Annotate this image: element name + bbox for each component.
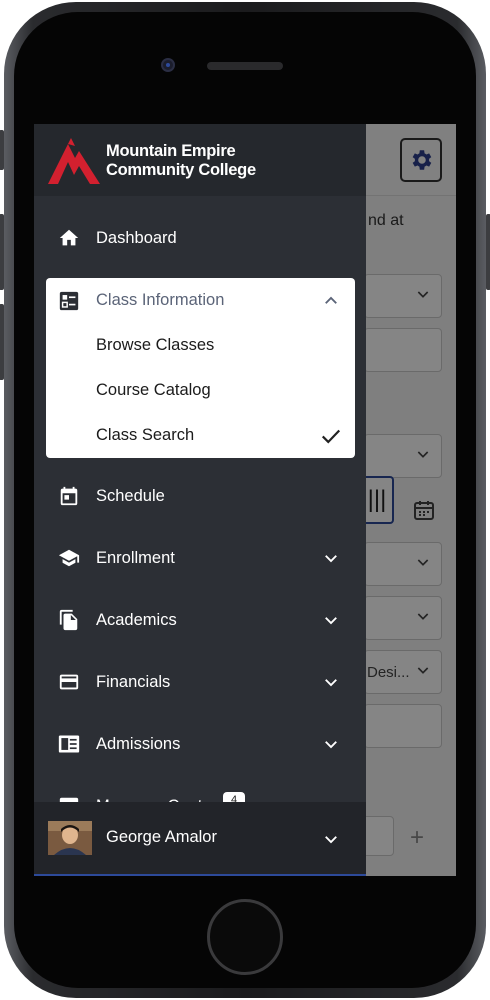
sub-item-course-catalog[interactable]: Course Catalog xyxy=(46,368,355,413)
home-icon xyxy=(58,227,80,249)
user-name: George Amalor xyxy=(106,828,217,846)
nav-item-enrollment[interactable]: Enrollment xyxy=(34,530,366,586)
documents-icon xyxy=(58,609,80,631)
nav-item-schedule[interactable]: Schedule xyxy=(34,468,366,524)
volume-up-button xyxy=(0,214,4,290)
sub-item-browse-classes[interactable]: Browse Classes xyxy=(46,323,355,368)
college-name: Mountain Empire Community College xyxy=(106,142,256,180)
college-name-line1: Mountain Empire xyxy=(106,142,236,160)
sub-label-class-search: Class Search xyxy=(96,426,195,444)
chevron-down-icon xyxy=(322,549,340,567)
power-button xyxy=(486,214,490,290)
nav-label-enrollment: Enrollment xyxy=(96,548,175,567)
nav-item-class-information[interactable]: Class Information xyxy=(46,278,355,323)
user-account-bar[interactable]: George Amalor xyxy=(34,802,366,876)
home-button[interactable] xyxy=(207,899,283,975)
nav-item-academics[interactable]: Academics xyxy=(34,592,366,648)
nav-label-academics: Academics xyxy=(96,610,177,629)
sub-label-browse-classes: Browse Classes xyxy=(96,336,215,354)
credit-card-icon xyxy=(58,671,80,693)
college-name-line2: Community College xyxy=(106,161,256,179)
earpiece-speaker xyxy=(207,62,283,70)
sub-item-class-search[interactable]: Class Search xyxy=(46,413,355,458)
chevron-up-icon xyxy=(322,292,340,310)
volume-down-button xyxy=(0,304,4,380)
list-icon xyxy=(58,290,80,312)
graduation-cap-icon xyxy=(58,547,80,569)
screen: nd at ||| Desi... + Mountain Empire Comm… xyxy=(34,124,456,876)
avatar xyxy=(48,821,92,855)
calendar-icon xyxy=(58,485,80,507)
chevron-down-icon xyxy=(322,830,340,848)
nav-item-admissions[interactable]: Admissions xyxy=(34,716,366,772)
checkmark-icon xyxy=(320,425,342,447)
mute-switch xyxy=(0,130,4,170)
navigation-drawer: Mountain Empire Community College Dashbo… xyxy=(34,124,366,876)
chevron-down-icon xyxy=(322,611,340,629)
chevron-down-icon xyxy=(322,673,340,691)
mountain-logo-icon xyxy=(48,138,100,189)
nav-label-class-information: Class Information xyxy=(96,291,225,309)
sub-label-course-catalog: Course Catalog xyxy=(96,381,211,399)
nav-item-financials[interactable]: Financials xyxy=(34,654,366,710)
nav-item-dashboard[interactable]: Dashboard xyxy=(34,210,366,266)
drawer-header: Mountain Empire Community College xyxy=(34,124,366,196)
nav-label-admissions: Admissions xyxy=(96,734,181,753)
front-camera xyxy=(161,58,175,72)
nav-label-schedule: Schedule xyxy=(96,486,165,505)
class-information-panel: Class Information Browse Classes Course … xyxy=(46,278,355,458)
nav-label-financials: Financials xyxy=(96,672,171,691)
nav-label-dashboard: Dashboard xyxy=(96,228,177,247)
chevron-down-icon xyxy=(322,735,340,753)
newspaper-icon xyxy=(58,733,80,755)
